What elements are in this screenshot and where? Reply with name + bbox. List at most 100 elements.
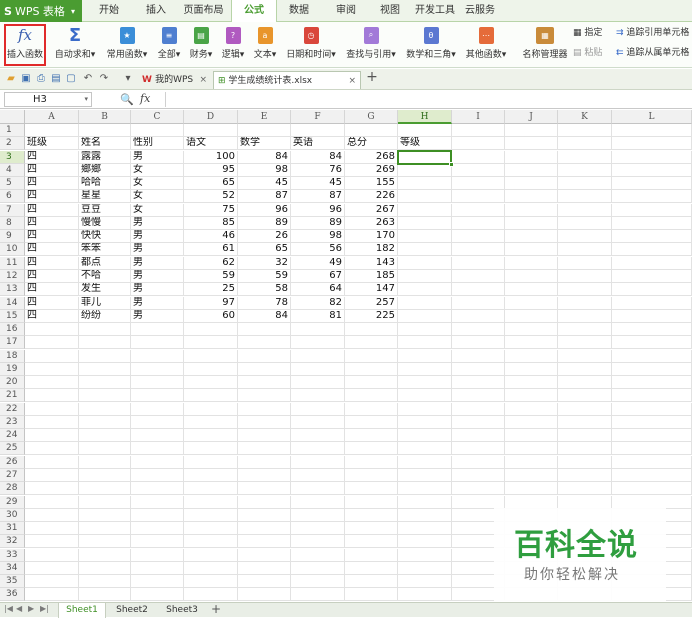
column-header[interactable]: L	[612, 110, 692, 124]
table-cell[interactable]: 62	[184, 257, 238, 270]
row-header[interactable]: 32	[0, 535, 25, 548]
empty-cell[interactable]	[25, 429, 79, 442]
table-cell[interactable]: 四	[25, 283, 79, 296]
empty-cell[interactable]	[505, 283, 558, 296]
row-header[interactable]: 24	[0, 429, 25, 442]
empty-cell[interactable]	[291, 403, 345, 416]
empty-cell[interactable]	[505, 482, 558, 495]
formula-input[interactable]	[165, 92, 689, 107]
table-cell[interactable]: 四	[25, 190, 79, 203]
empty-cell[interactable]	[398, 124, 452, 137]
insert-function-button[interactable]: fx 插入函数	[5, 24, 45, 66]
empty-cell[interactable]	[612, 456, 692, 469]
table-cell[interactable]: 25	[184, 283, 238, 296]
empty-cell[interactable]	[558, 257, 612, 270]
table-cell[interactable]: 32	[238, 257, 291, 270]
empty-cell[interactable]	[398, 350, 452, 363]
empty-cell[interactable]	[505, 151, 558, 164]
table-cell[interactable]: 四	[25, 257, 79, 270]
empty-cell[interactable]	[79, 124, 131, 137]
empty-cell[interactable]	[558, 270, 612, 283]
empty-cell[interactable]	[558, 496, 612, 509]
empty-cell[interactable]	[79, 522, 131, 535]
empty-cell[interactable]	[505, 336, 558, 349]
row-header[interactable]: 17	[0, 336, 25, 349]
empty-cell[interactable]	[345, 429, 398, 442]
column-header[interactable]: A	[25, 110, 79, 124]
empty-cell[interactable]	[612, 190, 692, 203]
empty-cell[interactable]	[238, 588, 291, 601]
table-cell[interactable]: 男	[131, 151, 184, 164]
empty-cell[interactable]	[398, 257, 452, 270]
export-pdf-icon[interactable]: ▢	[65, 73, 77, 85]
select-all-corner[interactable]	[0, 110, 25, 124]
empty-cell[interactable]	[558, 469, 612, 482]
empty-cell[interactable]	[79, 456, 131, 469]
table-cell[interactable]: 英语	[291, 137, 345, 150]
empty-cell[interactable]	[452, 204, 505, 217]
empty-cell[interactable]	[398, 562, 452, 575]
empty-cell[interactable]	[184, 124, 238, 137]
empty-cell[interactable]	[291, 429, 345, 442]
empty-cell[interactable]	[505, 164, 558, 177]
empty-cell[interactable]	[79, 323, 131, 336]
empty-cell[interactable]	[184, 442, 238, 455]
empty-cell[interactable]	[131, 124, 184, 137]
empty-cell[interactable]	[612, 429, 692, 442]
empty-cell[interactable]	[25, 389, 79, 402]
specify-button[interactable]: ▦ 指定	[573, 26, 602, 40]
autosum-button[interactable]: Σ 自动求和▾	[51, 24, 99, 66]
table-cell[interactable]: 78	[238, 297, 291, 310]
column-header[interactable]: I	[452, 110, 505, 124]
table-cell[interactable]: 四	[25, 270, 79, 283]
empty-cell[interactable]	[612, 403, 692, 416]
empty-cell[interactable]	[79, 389, 131, 402]
empty-cell[interactable]	[505, 204, 558, 217]
empty-cell[interactable]	[131, 323, 184, 336]
empty-cell[interactable]	[558, 243, 612, 256]
row-header[interactable]: 19	[0, 363, 25, 376]
menu-item-2[interactable]: 页面布局	[176, 0, 231, 22]
empty-cell[interactable]	[612, 243, 692, 256]
empty-cell[interactable]	[398, 522, 452, 535]
sheet-tab-2[interactable]: Sheet2	[108, 603, 156, 618]
empty-cell[interactable]	[398, 217, 452, 230]
empty-cell[interactable]	[79, 482, 131, 495]
empty-cell[interactable]	[612, 350, 692, 363]
empty-cell[interactable]	[558, 442, 612, 455]
column-header[interactable]: F	[291, 110, 345, 124]
row-header[interactable]: 36	[0, 588, 25, 601]
sheet-tab-1[interactable]: Sheet1	[58, 603, 106, 618]
chevron-down-icon[interactable]: ▾	[84, 93, 88, 106]
empty-cell[interactable]	[452, 190, 505, 203]
empty-cell[interactable]	[452, 177, 505, 190]
empty-cell[interactable]	[131, 496, 184, 509]
table-cell[interactable]: 慢慢	[79, 217, 131, 230]
table-cell[interactable]: 59	[238, 270, 291, 283]
empty-cell[interactable]	[25, 124, 79, 137]
empty-cell[interactable]	[452, 164, 505, 177]
empty-cell[interactable]	[558, 416, 612, 429]
empty-cell[interactable]	[398, 469, 452, 482]
table-cell[interactable]: 89	[238, 217, 291, 230]
empty-cell[interactable]	[452, 482, 505, 495]
table-cell[interactable]: 姓名	[79, 137, 131, 150]
empty-cell[interactable]	[131, 336, 184, 349]
table-cell[interactable]: 170	[345, 230, 398, 243]
empty-cell[interactable]	[345, 509, 398, 522]
empty-cell[interactable]	[131, 456, 184, 469]
empty-cell[interactable]	[452, 363, 505, 376]
menu-item-0[interactable]: 开始	[87, 0, 131, 22]
menu-item-1[interactable]: 插入	[136, 0, 176, 22]
empty-cell[interactable]	[558, 164, 612, 177]
empty-cell[interactable]	[398, 549, 452, 562]
row-header[interactable]: 3	[0, 151, 25, 164]
empty-cell[interactable]	[398, 190, 452, 203]
empty-cell[interactable]	[452, 243, 505, 256]
new-tab-plus-icon[interactable]: +	[366, 71, 378, 83]
empty-cell[interactable]	[25, 496, 79, 509]
empty-cell[interactable]	[238, 562, 291, 575]
row-header[interactable]: 30	[0, 509, 25, 522]
table-cell[interactable]: 269	[345, 164, 398, 177]
empty-cell[interactable]	[452, 257, 505, 270]
